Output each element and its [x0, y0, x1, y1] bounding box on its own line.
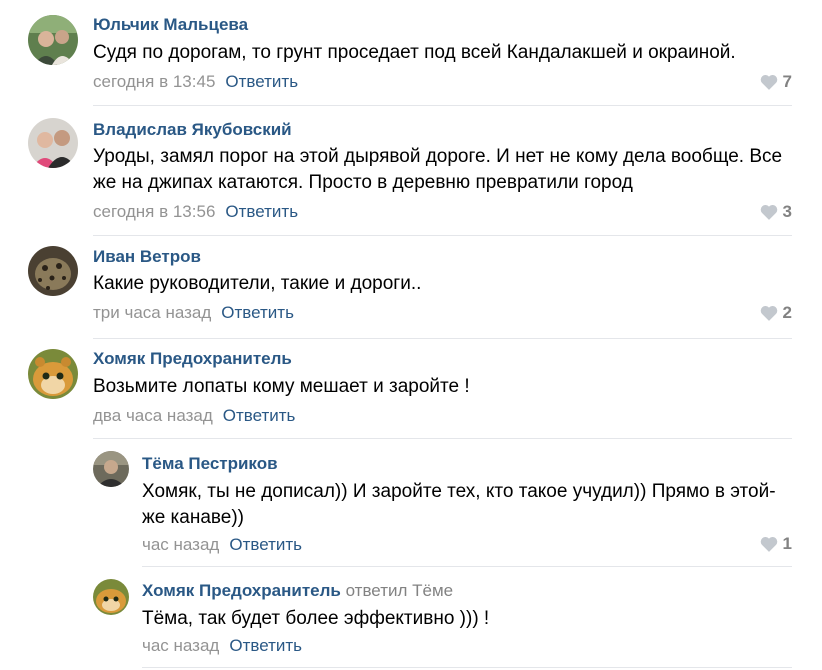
avatar[interactable] [93, 579, 129, 615]
reply-to-label[interactable]: ответил Тёме [346, 581, 454, 600]
author-line: Иван Ветров [93, 247, 201, 267]
author-line: Хомяк Предохранитель [93, 349, 292, 369]
avatar[interactable] [28, 349, 78, 399]
like-count: 1 [782, 534, 792, 553]
comment: Хомяк Предохранитель Возьмите лопаты ком… [0, 339, 822, 439]
comment-meta: два часа назад Ответить [93, 406, 295, 426]
divider [142, 667, 792, 668]
comment-text: Хомяк, ты не дописал)) И заройте тех, кт… [142, 481, 776, 528]
like-count: 2 [782, 303, 792, 322]
like-button[interactable]: 3 [760, 202, 792, 222]
reply-button[interactable]: Ответить [229, 636, 302, 655]
heart-icon [760, 306, 777, 321]
comment-text: Уроды, замял порог на этой дырявой дорог… [93, 146, 783, 193]
heart-icon [760, 205, 777, 220]
comment-reply: Хомяк Предохранитель ответил Тёме Тёма, … [0, 567, 822, 670]
author-name[interactable]: Владислав Якубовский [93, 120, 292, 139]
comment-text: Возьмите лопаты кому мешает и заройте ! [93, 376, 470, 397]
heart-icon [760, 537, 777, 552]
author-line: Владислав Якубовский [93, 120, 292, 140]
reply-button[interactable]: Ответить [225, 202, 298, 221]
like-button[interactable]: 1 [760, 534, 792, 554]
avatar[interactable] [28, 118, 78, 168]
author-line: Хомяк Предохранитель ответил Тёме [142, 581, 453, 601]
author-line: Тёма Пестриков [142, 454, 278, 474]
comment: Иван Ветров Какие руководители, такие и … [0, 236, 822, 339]
comment: Владислав Якубовский Уроды, замял порог … [0, 106, 822, 236]
reply-button[interactable]: Ответить [225, 72, 298, 91]
comment: Юльчик Мальцева Судя по дорогам, то грун… [0, 0, 822, 106]
author-line: Юльчик Мальцева [93, 15, 248, 35]
author-name[interactable]: Юльчик Мальцева [93, 15, 248, 34]
comment-meta: час назад Ответить [142, 535, 302, 555]
comments-list: Юльчик Мальцева Судя по дорогам, то грун… [0, 0, 822, 670]
author-name[interactable]: Иван Ветров [93, 247, 201, 266]
reply-button[interactable]: Ответить [221, 303, 294, 322]
avatar[interactable] [28, 246, 78, 296]
reply-button[interactable]: Ответить [229, 535, 302, 554]
comment-date[interactable]: час назад [142, 636, 219, 655]
like-count: 7 [782, 72, 792, 91]
comment-text: Какие руководители, такие и дороги.. [93, 273, 422, 294]
comment-meta: сегодня в 13:45 Ответить [93, 72, 298, 92]
comment-date[interactable]: час назад [142, 535, 219, 554]
comment-text: Тёма, так будет более эффективно ))) ! [142, 608, 490, 629]
like-count: 3 [782, 202, 792, 221]
author-name[interactable]: Хомяк Предохранитель [142, 581, 341, 600]
comment-reply: Тёма Пестриков Хомяк, ты не дописал)) И … [0, 439, 822, 567]
comment-date[interactable]: два часа назад [93, 406, 213, 425]
comment-meta: час назад Ответить [142, 636, 302, 656]
comment-date[interactable]: сегодня в 13:45 [93, 72, 215, 91]
like-button[interactable]: 7 [760, 72, 792, 92]
avatar[interactable] [93, 451, 129, 487]
author-name[interactable]: Тёма Пестриков [142, 454, 278, 473]
comment-meta: сегодня в 13:56 Ответить [93, 202, 298, 222]
comment-text: Судя по дорогам, то грунт проседает под … [93, 42, 736, 63]
comment-meta: три часа назад Ответить [93, 303, 294, 323]
comment-date[interactable]: три часа назад [93, 303, 211, 322]
reply-button[interactable]: Ответить [223, 406, 296, 425]
like-button[interactable]: 2 [760, 303, 792, 323]
author-name[interactable]: Хомяк Предохранитель [93, 349, 292, 368]
avatar[interactable] [28, 15, 78, 65]
heart-icon [760, 75, 777, 90]
comment-date[interactable]: сегодня в 13:56 [93, 202, 215, 221]
